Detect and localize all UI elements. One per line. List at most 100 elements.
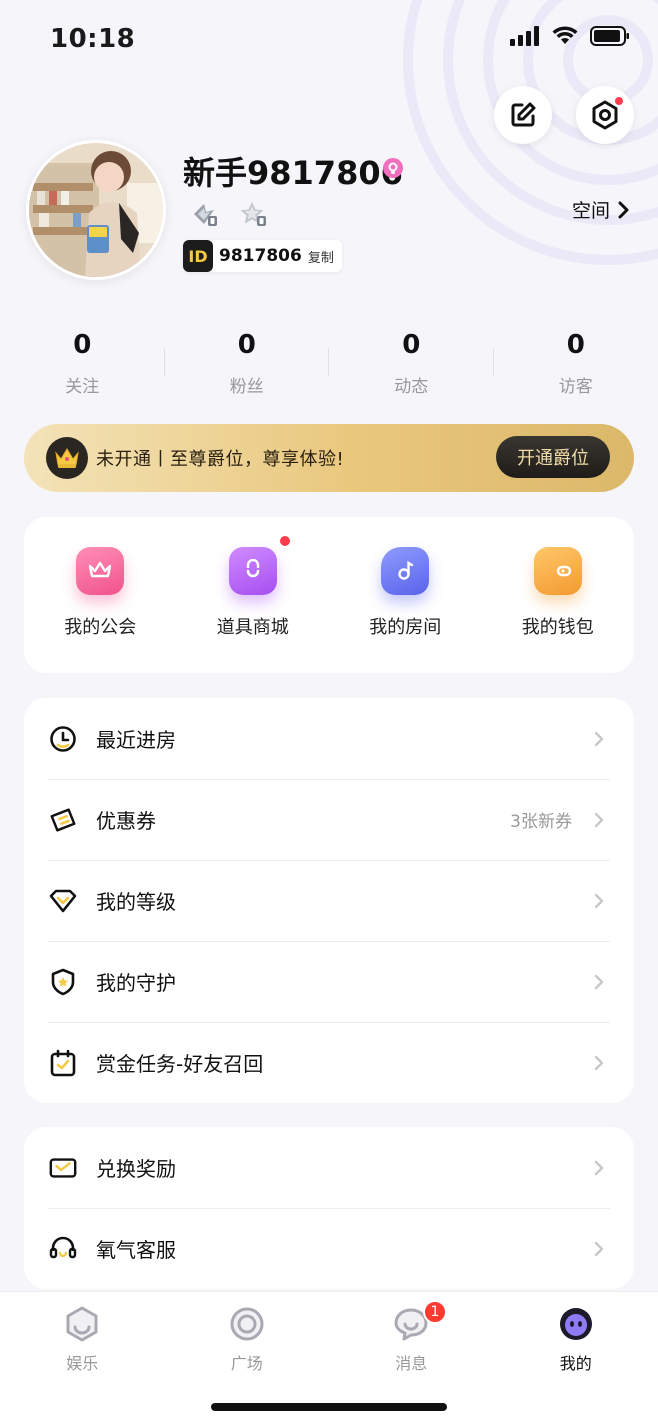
avatar[interactable] — [26, 140, 166, 280]
clock-icon — [48, 724, 78, 754]
menu-item-my-level[interactable]: 我的等级 — [24, 860, 634, 941]
edit-profile-button[interactable] — [494, 86, 552, 144]
chevron-right-icon — [594, 731, 604, 746]
username: 新手9817806 — [183, 154, 403, 192]
menu-card-main: 最近进房 优惠券 3张新券 我的等级 我的守护 赏金任务-好友召回 — [24, 698, 634, 1103]
coupon-icon — [48, 805, 78, 835]
space-link-label: 空间 — [571, 200, 610, 222]
quick-action-label: 我的公会 — [64, 617, 137, 638]
quick-action-room[interactable]: 我的房间 — [329, 517, 482, 673]
cellular-signal-icon — [510, 26, 539, 46]
mascot-face-icon — [559, 1308, 592, 1340]
female-gender-icon — [383, 158, 403, 178]
quick-actions-card: 我的公会 道具商城 我的房间 我的钱包 — [24, 517, 634, 673]
menu-item-label: 最近进房 — [96, 728, 176, 752]
stat-value: 0 — [402, 330, 421, 360]
home-hex-icon — [66, 1306, 98, 1342]
stat-label: 动态 — [394, 377, 429, 397]
menu-item-label: 我的守护 — [96, 971, 176, 995]
stat-visitors[interactable]: 0 访客 — [492, 330, 658, 410]
quick-action-label: 我的房间 — [369, 617, 442, 638]
crown-icon — [46, 437, 88, 479]
tab-label: 我的 — [559, 1354, 592, 1373]
activate-vip-button[interactable]: 开通爵位 — [496, 436, 610, 478]
quick-action-shop[interactable]: 道具商城 — [177, 517, 330, 673]
copy-id-button[interactable]: 复制 — [308, 247, 334, 266]
quick-action-label: 我的钱包 — [521, 617, 594, 638]
tab-me[interactable]: 我的 — [494, 1292, 658, 1424]
stat-posts[interactable]: 0 动态 — [328, 330, 494, 410]
menu-item-redeem-rewards[interactable]: 兑换奖励 — [24, 1127, 634, 1208]
stat-following[interactable]: 0 关注 — [0, 330, 165, 410]
quick-action-wallet[interactable]: 我的钱包 — [482, 517, 635, 673]
battery-icon — [590, 26, 629, 46]
level-heart-icon — [48, 886, 78, 916]
quick-action-guild[interactable]: 我的公会 — [24, 517, 177, 673]
stat-value: 0 — [73, 330, 92, 360]
status-icons — [510, 26, 630, 46]
vip-banner[interactable]: 未开通丨至尊爵位，尊享体验! 开通爵位 — [24, 424, 634, 492]
tab-label: 娱乐 — [66, 1354, 99, 1373]
menu-item-label: 优惠券 — [96, 809, 156, 833]
settings-notification-dot — [614, 96, 624, 106]
shopping-bag-icon — [228, 535, 291, 595]
avatar-illustration — [29, 143, 163, 277]
circle-ring-icon — [230, 1307, 264, 1341]
menu-item-label: 氧气客服 — [96, 1238, 176, 1262]
chevron-right-icon — [594, 974, 604, 989]
chevron-right-icon — [594, 1241, 604, 1256]
menu-item-label: 兑换奖励 — [96, 1157, 176, 1181]
stat-fans[interactable]: 0 粉丝 — [163, 330, 330, 410]
tab-label: 消息 — [395, 1354, 428, 1373]
chevron-right-icon — [594, 893, 604, 908]
status-bar: 10:18 — [0, 0, 658, 80]
quick-action-label: 道具商城 — [216, 617, 289, 638]
menu-item-coupons[interactable]: 优惠券 3张新券 — [24, 779, 634, 860]
menu-item-bounty-task[interactable]: 赏金任务-好友召回 — [24, 1022, 634, 1103]
shop-notification-dot — [278, 535, 291, 547]
menu-item-label: 我的等级 — [96, 890, 176, 914]
stat-label: 访客 — [558, 377, 593, 397]
edit-icon — [511, 102, 536, 127]
profile-stats: 0 关注 0 粉丝 0 动态 0 访客 — [0, 330, 658, 410]
level-badges — [190, 200, 268, 228]
tab-entertainment[interactable]: 娱乐 — [0, 1292, 165, 1424]
headset-icon — [48, 1234, 78, 1264]
vip-promo-text: 未开通丨至尊爵位，尊享体验! — [96, 449, 345, 470]
charm-level-icon[interactable] — [238, 200, 268, 228]
stat-value: 0 — [237, 330, 256, 360]
music-house-icon — [381, 547, 430, 595]
crown-shield-icon — [76, 547, 125, 595]
stat-divider — [492, 348, 494, 376]
chevron-right-icon — [594, 1160, 604, 1175]
stat-divider — [328, 348, 329, 376]
user-id-number: 9817806 — [219, 246, 302, 266]
wifi-icon — [552, 26, 578, 44]
menu-item-label: 赏金任务-好友召回 — [96, 1052, 264, 1076]
chevron-right-icon — [618, 201, 629, 218]
exchange-ticket-icon — [48, 1153, 78, 1183]
wallet-icon — [533, 547, 582, 595]
menu-card-secondary: 兑换奖励 氧气客服 — [24, 1127, 634, 1289]
menu-item-extra: 3张新券 — [510, 812, 572, 832]
shield-star-icon — [48, 967, 78, 997]
status-time: 10:18 — [50, 24, 136, 54]
settings-button[interactable] — [576, 86, 634, 144]
chevron-right-icon — [594, 812, 604, 827]
chevron-right-icon — [594, 1055, 604, 1070]
home-indicator — [211, 1403, 447, 1411]
stat-label: 关注 — [65, 377, 100, 397]
menu-item-recent-rooms[interactable]: 最近进房 — [24, 698, 634, 779]
stat-divider — [163, 348, 165, 376]
user-id-badge: ID 9817806 复制 — [183, 240, 342, 272]
menu-item-customer-service[interactable]: 氧气客服 — [24, 1208, 634, 1289]
tab-label: 广场 — [230, 1354, 263, 1373]
stat-value: 0 — [566, 330, 585, 360]
profile-page: 10:18 新手9817806 ID 9817806 复制 空间 0 关注 0 … — [0, 0, 658, 1424]
calendar-check-icon — [48, 1048, 78, 1078]
messages-unread-badge: 1 — [423, 1300, 447, 1324]
space-link[interactable]: 空间 — [572, 196, 630, 223]
menu-item-my-guardian[interactable]: 我的守护 — [24, 941, 634, 1022]
wealth-level-icon[interactable] — [190, 200, 220, 228]
stat-label: 粉丝 — [229, 377, 264, 397]
